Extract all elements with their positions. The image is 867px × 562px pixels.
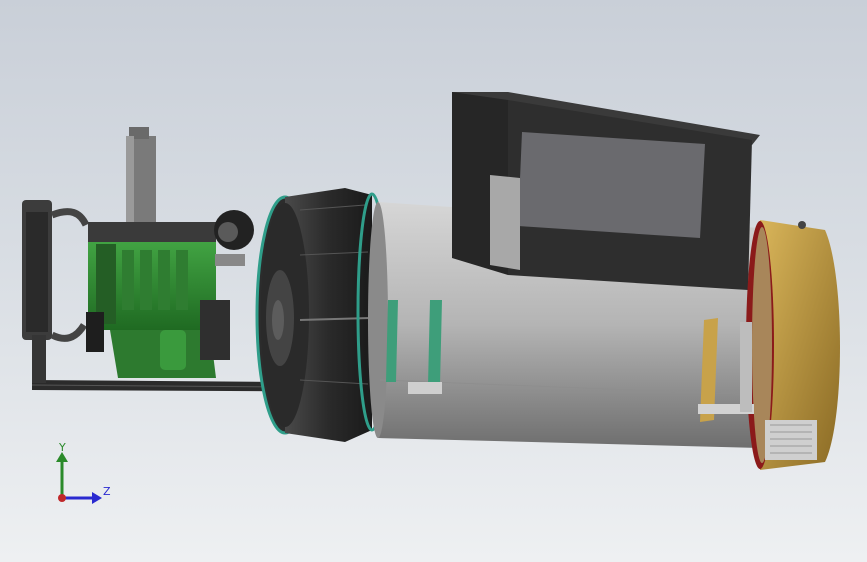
terminal-box [452,92,760,290]
flywheel-coupling-housing [255,188,388,442]
z-axis-arrowhead [92,492,102,504]
triad-origin [58,494,66,502]
y-axis-label: Y [59,441,66,454]
cad-graphics-viewport[interactable]: Y Z [0,0,867,562]
exhaust-muffler [126,127,156,236]
engine-radiator [22,200,90,383]
coordinate-triad: Y Z [50,440,120,510]
diesel-engine-block [86,210,254,378]
generator-set-model[interactable] [0,0,867,562]
alternator-end-cover [746,220,840,470]
z-axis-label: Z [103,485,111,498]
